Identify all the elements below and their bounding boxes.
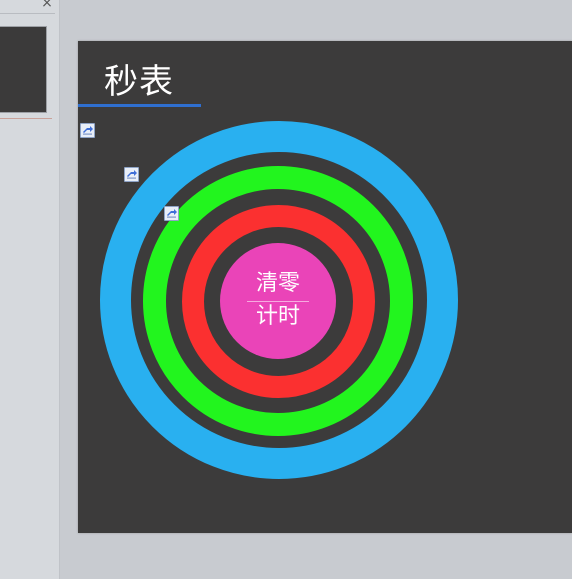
slide-thumbnail[interactable] bbox=[0, 26, 47, 113]
slide-canvas[interactable]: 秒表 清零 计时 bbox=[78, 41, 572, 533]
animation-trigger-icon[interactable] bbox=[80, 123, 95, 138]
slide-title[interactable]: 秒表 bbox=[104, 59, 174, 105]
reset-label: 清零 bbox=[255, 271, 300, 296]
reset-timer-button[interactable]: 清零 计时 bbox=[220, 243, 336, 359]
animation-trigger-icon[interactable] bbox=[164, 206, 179, 221]
timer-label: 计时 bbox=[255, 304, 300, 329]
slide-thumbnail-pane: × bbox=[0, 0, 60, 579]
title-underline bbox=[78, 104, 201, 107]
thumbnail-pane-divider bbox=[0, 13, 55, 14]
close-icon[interactable]: × bbox=[40, 0, 54, 10]
thumbnail-separator bbox=[0, 118, 52, 119]
presentation-editor: × 秒表 清零 计时 bbox=[0, 0, 572, 579]
animation-trigger-icon[interactable] bbox=[124, 167, 139, 182]
